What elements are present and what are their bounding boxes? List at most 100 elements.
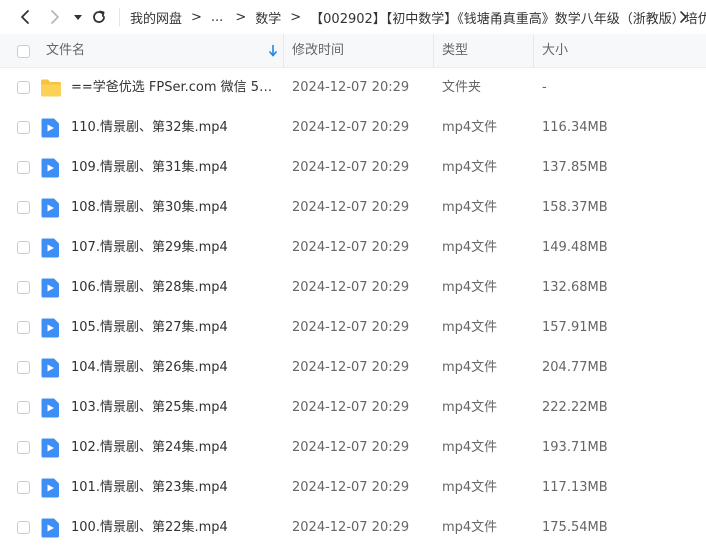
column-header-modified[interactable]: 修改时间 <box>292 34 344 68</box>
table-row[interactable]: 105.情景剧、第27集.mp4 2024-12-07 20:29 mp4文件 … <box>0 308 706 348</box>
file-name[interactable]: 103.情景剧、第25集.mp4 <box>71 388 276 428</box>
table-row[interactable]: 109.情景剧、第31集.mp4 2024-12-07 20:29 mp4文件 … <box>0 148 706 188</box>
file-name[interactable]: 109.情景剧、第31集.mp4 <box>71 148 276 188</box>
file-size: 132.68MB <box>542 280 608 295</box>
video-file-icon <box>40 438 62 458</box>
row-checkbox[interactable] <box>17 161 30 174</box>
column-header-type[interactable]: 类型 <box>442 34 468 68</box>
file-type: mp4文件 <box>442 160 498 175</box>
file-modified-time: 2024-12-07 20:29 <box>292 280 410 295</box>
history-dropdown-button[interactable] <box>70 6 86 28</box>
row-checkbox[interactable] <box>17 321 30 334</box>
column-divider[interactable] <box>533 34 534 68</box>
video-file-icon <box>40 398 62 418</box>
row-checkbox[interactable] <box>17 201 30 214</box>
file-size: 149.48MB <box>542 240 608 255</box>
file-modified-time: 2024-12-07 20:29 <box>292 440 410 455</box>
table-row[interactable]: 107.情景剧、第29集.mp4 2024-12-07 20:29 mp4文件 … <box>0 228 706 268</box>
column-header-name[interactable]: 文件名 <box>46 34 85 68</box>
file-modified-time: 2024-12-07 20:29 <box>292 360 410 375</box>
video-file-icon <box>40 278 62 298</box>
file-name[interactable]: 108.情景剧、第30集.mp4 <box>71 188 276 228</box>
back-button[interactable] <box>14 6 36 28</box>
file-size: 222.22MB <box>542 400 608 415</box>
file-type: mp4文件 <box>442 440 498 455</box>
file-type: mp4文件 <box>442 320 498 335</box>
file-modified-time: 2024-12-07 20:29 <box>292 240 410 255</box>
file-name[interactable]: 101.情景剧、第23集.mp4 <box>71 468 276 508</box>
file-type: mp4文件 <box>442 280 498 295</box>
video-file-icon <box>40 518 62 538</box>
breadcrumb-separator: > <box>235 9 247 25</box>
chevron-right-icon <box>680 11 687 23</box>
file-name[interactable]: 100.情景剧、第22集.mp4 <box>71 508 276 548</box>
video-file-icon <box>40 318 62 338</box>
table-header: 文件名 修改时间 类型 大小 <box>0 34 706 68</box>
file-type: 文件夹 <box>442 80 482 95</box>
row-checkbox[interactable] <box>17 361 30 374</box>
file-size: 204.77MB <box>542 360 608 375</box>
video-file-icon <box>40 198 62 218</box>
file-type: mp4文件 <box>442 120 498 135</box>
video-file-icon <box>40 358 62 378</box>
table-row[interactable]: 101.情景剧、第23集.mp4 2024-12-07 20:29 mp4文件 … <box>0 468 706 508</box>
arrow-down-icon[interactable] <box>268 44 278 58</box>
video-file-icon <box>40 158 62 178</box>
row-checkbox[interactable] <box>17 481 30 494</box>
video-file-icon <box>40 238 62 258</box>
file-modified-time: 2024-12-07 20:29 <box>292 320 410 335</box>
breadcrumb-more-button[interactable] <box>672 6 694 28</box>
table-row[interactable]: 100.情景剧、第22集.mp4 2024-12-07 20:29 mp4文件 … <box>0 508 706 548</box>
file-name[interactable]: 107.情景剧、第29集.mp4 <box>71 228 276 268</box>
file-modified-time: 2024-12-07 20:29 <box>292 400 410 415</box>
file-modified-time: 2024-12-07 20:29 <box>292 520 410 535</box>
breadcrumb-item-current[interactable]: 【002902】【初中数学】《钱塘甬真重高》数学八年级（浙教版）培优课... <box>310 8 706 27</box>
row-checkbox[interactable] <box>17 121 30 134</box>
breadcrumb-item-ellipsis[interactable]: ... <box>211 10 223 25</box>
row-checkbox[interactable] <box>17 441 30 454</box>
row-checkbox[interactable] <box>17 401 30 414</box>
nav-separator <box>119 8 120 26</box>
row-checkbox[interactable] <box>17 81 30 94</box>
row-checkbox[interactable] <box>17 241 30 254</box>
folder-icon <box>40 78 62 98</box>
refresh-icon <box>93 10 105 23</box>
breadcrumb: 我的网盘 > ... > 数学 > 【002902】【初中数学】《钱塘甬真重高》… <box>130 0 706 34</box>
file-type: mp4文件 <box>442 200 498 215</box>
table-row[interactable]: 108.情景剧、第30集.mp4 2024-12-07 20:29 mp4文件 … <box>0 188 706 228</box>
select-all-checkbox[interactable] <box>17 45 30 58</box>
file-size: 157.91MB <box>542 320 608 335</box>
caret-down-icon <box>74 15 82 20</box>
breadcrumb-separator: > <box>290 9 302 25</box>
table-row[interactable]: 102.情景剧、第24集.mp4 2024-12-07 20:29 mp4文件 … <box>0 428 706 468</box>
column-divider[interactable] <box>283 34 284 68</box>
file-type: mp4文件 <box>442 520 498 535</box>
breadcrumb-item-root[interactable]: 我的网盘 <box>130 8 182 27</box>
table-row[interactable]: 104.情景剧、第26集.mp4 2024-12-07 20:29 mp4文件 … <box>0 348 706 388</box>
column-divider[interactable] <box>433 34 434 68</box>
breadcrumb-item-math[interactable]: 数学 <box>255 8 281 27</box>
table-row[interactable]: ==学爸优选 FPSer.com 微信 5822... 2024-12-07 2… <box>0 68 706 108</box>
file-name[interactable]: 104.情景剧、第26集.mp4 <box>71 348 276 388</box>
file-name[interactable]: 110.情景剧、第32集.mp4 <box>71 108 276 148</box>
refresh-button[interactable] <box>88 6 110 28</box>
file-size: - <box>542 80 547 95</box>
file-size: 175.54MB <box>542 520 608 535</box>
file-type: mp4文件 <box>442 480 498 495</box>
navigation-bar: 我的网盘 > ... > 数学 > 【002902】【初中数学】《钱塘甬真重高》… <box>0 0 706 34</box>
row-checkbox[interactable] <box>17 521 30 534</box>
file-modified-time: 2024-12-07 20:29 <box>292 160 410 175</box>
file-name[interactable]: 106.情景剧、第28集.mp4 <box>71 268 276 308</box>
table-row[interactable]: 103.情景剧、第25集.mp4 2024-12-07 20:29 mp4文件 … <box>0 388 706 428</box>
forward-button[interactable] <box>44 6 66 28</box>
file-name[interactable]: ==学爸优选 FPSer.com 微信 5822... <box>71 68 276 108</box>
table-row[interactable]: 106.情景剧、第28集.mp4 2024-12-07 20:29 mp4文件 … <box>0 268 706 308</box>
file-modified-time: 2024-12-07 20:29 <box>292 120 410 135</box>
file-name[interactable]: 105.情景剧、第27集.mp4 <box>71 308 276 348</box>
chevron-left-icon <box>21 10 29 24</box>
file-name[interactable]: 102.情景剧、第24集.mp4 <box>71 428 276 468</box>
video-file-icon <box>40 478 62 498</box>
table-row[interactable]: 110.情景剧、第32集.mp4 2024-12-07 20:29 mp4文件 … <box>0 108 706 148</box>
column-header-size[interactable]: 大小 <box>542 34 568 68</box>
row-checkbox[interactable] <box>17 281 30 294</box>
